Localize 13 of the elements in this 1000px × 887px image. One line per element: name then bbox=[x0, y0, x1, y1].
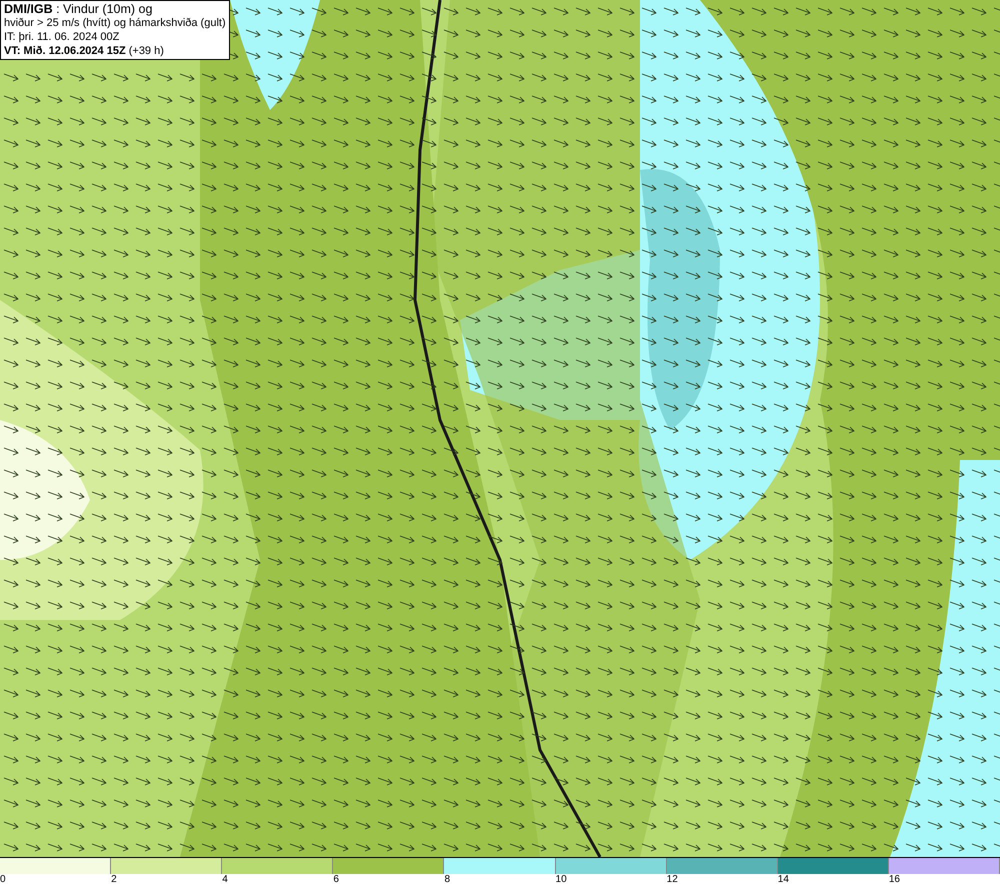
legend-label: 10 bbox=[556, 874, 567, 886]
legend-label: 2 bbox=[111, 874, 117, 886]
legend-label: 4 bbox=[222, 874, 228, 886]
legend-label: 16 bbox=[888, 874, 900, 886]
title-line: VT: Mið. 12.06.2024 15Z (+39 h) bbox=[4, 44, 165, 58]
legend-label: 12 bbox=[666, 874, 678, 886]
legend-label: 8 bbox=[444, 874, 450, 886]
title-line: hviður > 25 m/s (hvítt) og hámarkshviða (gult) bbox=[4, 16, 226, 30]
title-line: DMI/IGB : Vindur (10m) og bbox=[4, 2, 154, 16]
title-line: IT: þri. 11. 06. 2024 00Z bbox=[4, 30, 120, 44]
legend-label: 14 bbox=[778, 874, 789, 886]
legend-label: 0 bbox=[0, 874, 6, 886]
legend-label: 6 bbox=[333, 874, 339, 886]
